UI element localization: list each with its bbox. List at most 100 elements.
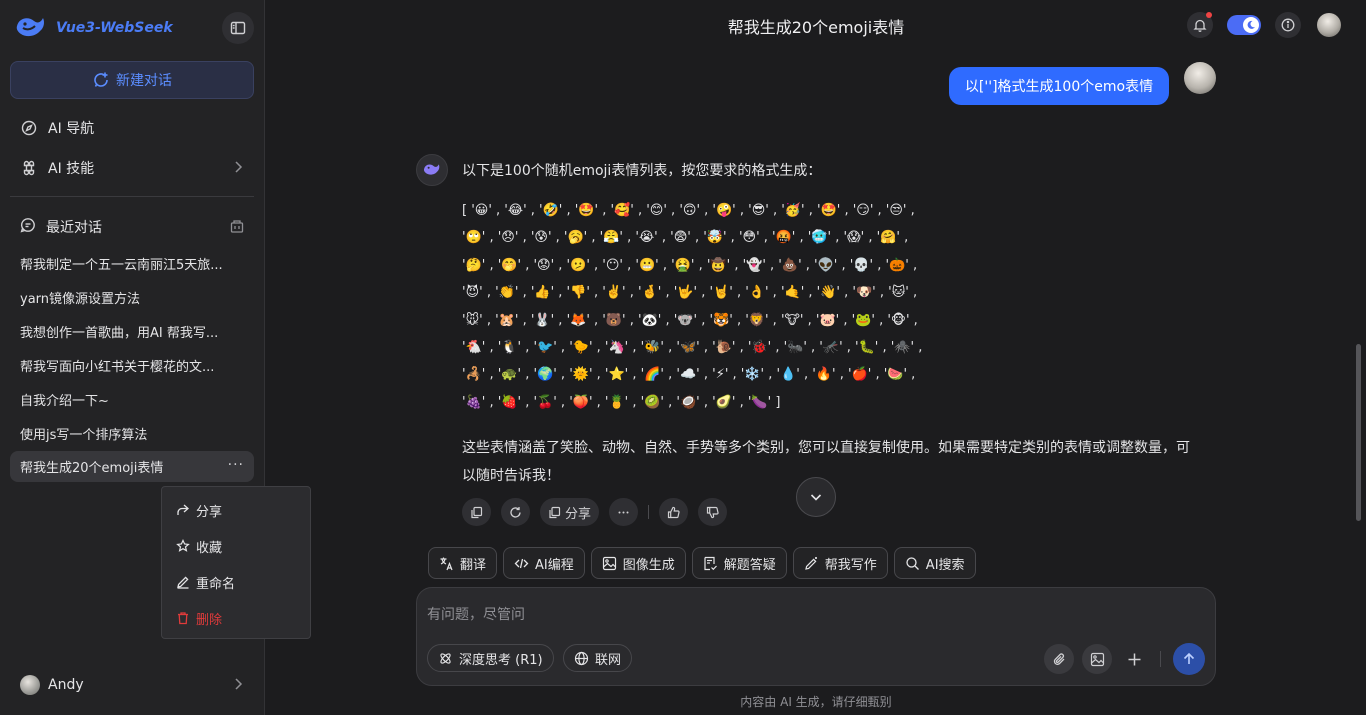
more-actions-button[interactable] (609, 498, 639, 526)
tool-label: 图像生成 (622, 557, 675, 573)
deep-think-label: 深度思考 (R1) (459, 652, 543, 668)
theme-toggle[interactable] (1227, 15, 1261, 35)
chat-scrollbar[interactable] (1356, 344, 1361, 521)
conversation-item[interactable]: 我想创作一首歌曲，用AI 帮我写... (10, 316, 254, 347)
web-search-toggle[interactable]: 联网 (563, 644, 633, 672)
deep-think-toggle[interactable]: 深度思考 (R1) (427, 644, 554, 672)
user-profile[interactable]: Andy (10, 669, 254, 701)
conversation-item[interactable]: 帮我制定一个五一云南丽江5天旅... (10, 248, 254, 279)
brand-row: Vue3-WebSeek (14, 12, 254, 44)
user-message-avatar (1184, 62, 1216, 94)
theme-knob (1243, 17, 1259, 33)
menu-delete[interactable]: 删除 (162, 600, 310, 636)
conversation-item[interactable]: yarn镜像源设置方法 (10, 282, 254, 313)
conversation-item[interactable]: 使用js写一个排序算法 (10, 418, 254, 449)
info-icon (1281, 18, 1295, 32)
tool-translate[interactable]: 翻译 (428, 547, 498, 579)
emoji-line: [ '😀' , '😂' , '🤣' , '🤩' , '🥰' , '😊' , '🙃… (462, 203, 915, 218)
menu-delete-label: 删除 (196, 612, 223, 628)
message-actions: 分享 (462, 498, 728, 526)
search-icon (906, 556, 919, 570)
emoji-code-block: [ '😀' , '😂' , '🤣' , '🤩' , '🥰' , '😊' , '🙃… (462, 197, 1222, 416)
paperclip-icon (1053, 652, 1064, 665)
menu-rename-label: 重命名 (196, 576, 236, 592)
new-chat-button[interactable]: 新建对话 (10, 61, 254, 99)
globe-icon (574, 651, 589, 665)
tool-label: 解题答疑 (723, 557, 776, 573)
brand-name: Vue3-WebSeek (56, 20, 173, 36)
arrow-up-icon (1183, 652, 1195, 664)
emoji-line: '😈' , '👏' , '👍' , '👎' , '✌️' , '🤞' , '🤟'… (462, 285, 918, 301)
recent-conversations-header: 最近对话 (20, 217, 245, 237)
more-options-button[interactable]: ··· (228, 457, 244, 473)
image-icon (1090, 652, 1104, 666)
trash-icon (178, 612, 188, 625)
sidebar-panel-icon (230, 21, 246, 35)
tool-ai-search[interactable]: AI搜索 (893, 547, 976, 579)
more-icon (618, 511, 629, 513)
menu-favorite[interactable]: 收藏 (162, 528, 310, 564)
add-button[interactable] (1119, 644, 1149, 674)
clear-history-icon[interactable] (229, 218, 245, 238)
avatar (20, 675, 40, 695)
header-avatar[interactable] (1317, 13, 1341, 37)
pen-sparkle-icon (804, 556, 817, 570)
menu-share[interactable]: 分享 (162, 492, 310, 528)
tool-writing[interactable]: 帮我写作 (792, 547, 888, 579)
tool-problem-solving[interactable]: 解题答疑 (691, 547, 787, 579)
notification-badge (1206, 12, 1212, 18)
emoji-line: '🦂' , '🐢' , '🌍' , '🌞' , '⭐' , '🌈' , '☁️'… (462, 367, 916, 383)
thumbs-up-icon (667, 506, 680, 518)
send-button[interactable] (1173, 643, 1205, 675)
info-button[interactable] (1275, 12, 1301, 38)
new-chat-icon (94, 72, 108, 87)
emoji-line: '🤔' , '🤭' , '😟' , '🫤' , '😶' , '😬' , '🤮' … (462, 257, 918, 273)
chat-input-box[interactable]: 有问题，尽管问 深度思考 (R1) 联网 (416, 587, 1216, 686)
notifications-button[interactable] (1187, 12, 1213, 38)
user-name: Andy (48, 677, 84, 693)
upload-image-button[interactable] (1082, 644, 1112, 674)
conversation-context-menu: 分享 收藏 重命名 删除 (161, 486, 311, 639)
assistant-avatar (416, 154, 448, 186)
tool-image-generation[interactable]: 图像生成 (590, 547, 686, 579)
command-icon (20, 159, 38, 177)
assistant-intro-text: 以下是100个随机emoji表情列表，按您要求的格式生成： (462, 163, 822, 179)
input-divider (1160, 651, 1161, 667)
moon-icon (1247, 20, 1255, 29)
bell-icon (1193, 19, 1207, 32)
chat-input-placeholder[interactable]: 有问题，尽管问 (427, 604, 525, 624)
conversation-item[interactable]: 自我介绍一下~ (10, 384, 254, 415)
copy-button[interactable] (462, 498, 491, 526)
compass-icon (20, 119, 38, 137)
conversation-title: 帮我生成20个emoji表情 (20, 461, 164, 476)
chevron-down-icon (810, 494, 822, 501)
menu-rename[interactable]: 重命名 (162, 564, 310, 600)
refresh-icon (510, 506, 521, 518)
nav-ai-skills[interactable]: AI 技能 (10, 150, 254, 186)
document-check-icon (704, 556, 717, 570)
dislike-button[interactable] (698, 498, 728, 526)
like-button[interactable] (659, 498, 689, 526)
tool-label: AI搜索 (925, 557, 965, 573)
image-icon (602, 556, 616, 570)
scroll-to-bottom-button[interactable] (796, 477, 836, 517)
conversation-item[interactable]: 帮我写面向小红书关于樱花的文... (10, 350, 254, 381)
regenerate-button[interactable] (501, 498, 530, 526)
user-message-bubble: 以['']格式生成100个emo表情 (949, 67, 1169, 105)
web-search-label: 联网 (595, 652, 622, 668)
share-button[interactable]: 分享 (540, 498, 600, 526)
whale-logo-icon (423, 164, 440, 175)
whale-logo-icon (16, 18, 44, 37)
sidebar-toggle-button[interactable] (222, 12, 254, 44)
nav-ai-navigation[interactable]: AI 导航 (10, 110, 254, 146)
share-label: 分享 (565, 506, 592, 522)
tool-label: 帮我写作 (824, 557, 877, 573)
attach-button[interactable] (1044, 644, 1074, 674)
tool-ai-coding[interactable]: AI编程 (503, 547, 585, 579)
new-chat-label: 新建对话 (116, 73, 172, 89)
copy-icon (471, 506, 483, 518)
ai-disclaimer: 内容由 AI 生成，请仔细甄别 (740, 695, 892, 709)
nav-label: AI 导航 (48, 121, 95, 137)
pencil-icon (177, 576, 189, 589)
conversation-item-active[interactable]: 帮我生成20个emoji表情 ··· (10, 451, 254, 482)
